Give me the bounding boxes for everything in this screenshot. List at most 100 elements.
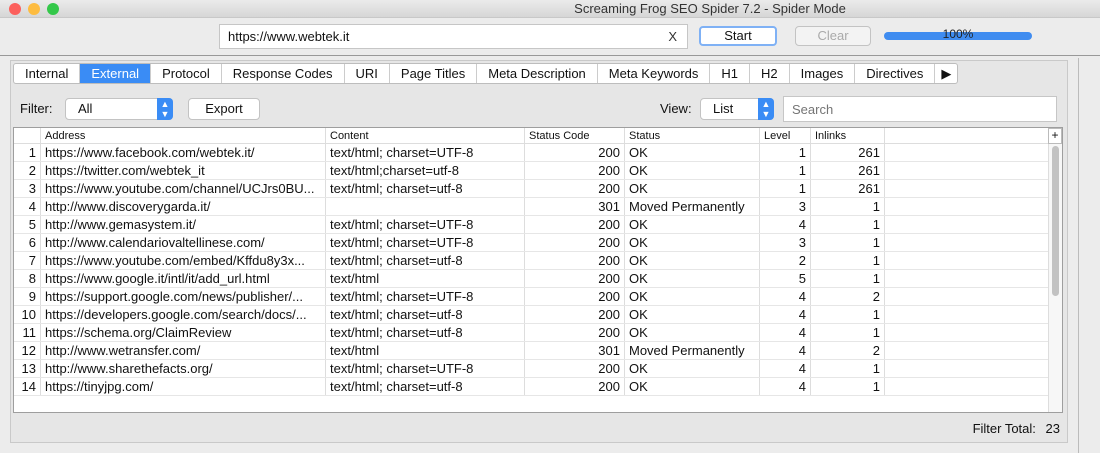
- tab-uri[interactable]: URI: [345, 64, 390, 83]
- cell-inlinks: 2: [811, 288, 885, 305]
- cell-content: text/html; charset=UTF-8: [326, 144, 525, 161]
- view-select[interactable]: List ▲ ▼: [700, 98, 774, 120]
- cell-status-code: 301: [525, 342, 625, 359]
- minimize-window-button[interactable]: [28, 3, 40, 15]
- table-row[interactable]: 11 https://schema.org/ClaimReview text/htm…: [14, 324, 1062, 342]
- cell-content: text/html; charset=UTF-8: [326, 288, 525, 305]
- cell-content: text/html: [326, 270, 525, 287]
- cell-content: [326, 198, 525, 215]
- column-header-inlinks[interactable]: Inlinks: [811, 128, 885, 143]
- column-chooser-plus-icon[interactable]: +: [1048, 128, 1062, 144]
- cell-status-code: 200: [525, 378, 625, 395]
- cell-inlinks: 1: [811, 306, 885, 323]
- cell-status-code: 200: [525, 162, 625, 179]
- tab-h2[interactable]: H2: [750, 64, 790, 83]
- table-row[interactable]: 12 http://www.wetransfer.com/text/html 301…: [14, 342, 1062, 360]
- column-header-level[interactable]: Level: [760, 128, 811, 143]
- column-header-status-code[interactable]: Status Code: [525, 128, 625, 143]
- cell-level: 1: [760, 180, 811, 197]
- cell-status-code: 200: [525, 270, 625, 287]
- cell-inlinks: 261: [811, 144, 885, 161]
- cell-status: OK: [625, 378, 760, 395]
- cell-inlinks: 261: [811, 180, 885, 197]
- progress-label: 100%: [942, 27, 974, 41]
- cell-inlinks: 1: [811, 360, 885, 377]
- cell-content: text/html; charset=utf-8: [326, 180, 525, 197]
- cell-address: https://support.google.com/news/publishe…: [41, 288, 326, 305]
- cell-status-code: 200: [525, 252, 625, 269]
- cell-level: 5: [760, 270, 811, 287]
- search-input[interactable]: [783, 96, 1057, 122]
- tab-response-codes[interactable]: Response Codes: [222, 64, 345, 83]
- cell-content: text/html; charset=UTF-8: [326, 234, 525, 251]
- table-row[interactable]: 3 https://www.youtube.com/channel/UCJrs0B…: [14, 180, 1062, 198]
- table-row[interactable]: 7 https://www.youtube.com/embed/Kffdu8y3x…: [14, 252, 1062, 270]
- close-window-button[interactable]: [9, 3, 21, 15]
- cell-row-number: 2: [14, 162, 41, 179]
- cell-status: OK: [625, 216, 760, 233]
- toolbar: https://www.webtek.it X Start Clear 100%: [0, 18, 1100, 56]
- table-row[interactable]: 5 http://www.gemasystem.it/text/html; cha…: [14, 216, 1062, 234]
- cell-row-number: 10: [14, 306, 41, 323]
- tab-images[interactable]: Images: [790, 64, 856, 83]
- cell-inlinks: 1: [811, 252, 885, 269]
- export-button[interactable]: Export: [188, 98, 260, 120]
- cell-level: 4: [760, 360, 811, 377]
- tab-meta-description[interactable]: Meta Description: [477, 64, 598, 83]
- cell-status-code: 200: [525, 216, 625, 233]
- tab-protocol[interactable]: Protocol: [151, 64, 222, 83]
- table-row[interactable]: 4 http://www.discoverygarda.it/301 Moved P…: [14, 198, 1062, 216]
- cell-inlinks: 1: [811, 324, 885, 341]
- cell-content: text/html; charset=UTF-8: [326, 216, 525, 233]
- cell-address: https://www.google.it/intl/it/add_url.ht…: [41, 270, 326, 287]
- cell-address: https://twitter.com/webtek_it: [41, 162, 326, 179]
- start-button[interactable]: Start: [699, 26, 777, 46]
- cell-status: OK: [625, 180, 760, 197]
- cell-row-number: 5: [14, 216, 41, 233]
- cell-address: http://www.sharethefacts.org/: [41, 360, 326, 377]
- table-row[interactable]: 9 https://support.google.com/news/publish…: [14, 288, 1062, 306]
- cell-level: 1: [760, 144, 811, 161]
- cell-status: OK: [625, 234, 760, 251]
- cell-level: 4: [760, 324, 811, 341]
- cell-content: text/html;charset=utf-8: [326, 162, 525, 179]
- cell-row-number: 4: [14, 198, 41, 215]
- zoom-window-button[interactable]: [47, 3, 59, 15]
- clear-button[interactable]: Clear: [795, 26, 871, 46]
- table-row[interactable]: 10 https://developers.google.com/search/d…: [14, 306, 1062, 324]
- table-row[interactable]: 2 https://twitter.com/webtek_it text/html;…: [14, 162, 1062, 180]
- table-row[interactable]: 1 https://www.facebook.com/webtek.it/text…: [14, 144, 1062, 162]
- tab-meta-keywords[interactable]: Meta Keywords: [598, 64, 711, 83]
- cell-address: https://www.youtube.com/channel/UCJrs0BU…: [41, 180, 326, 197]
- tab-h1[interactable]: H1: [710, 64, 750, 83]
- tab-internal[interactable]: Internal: [14, 64, 81, 83]
- cell-address: http://www.wetransfer.com/: [41, 342, 326, 359]
- cell-address: http://www.discoverygarda.it/: [41, 198, 326, 215]
- cell-address: https://tinyjpg.com/: [41, 378, 326, 395]
- table-row[interactable]: 6 http://www.calendariovaltellinese.com/t…: [14, 234, 1062, 252]
- tab-external[interactable]: External: [80, 64, 152, 83]
- tabs-scroll-right-icon[interactable]: ▶: [935, 64, 957, 83]
- filter-select[interactable]: All ▲ ▼: [65, 98, 173, 120]
- column-header-content[interactable]: Content: [326, 128, 525, 143]
- cell-status: OK: [625, 252, 760, 269]
- cell-address: https://www.youtube.com/embed/Kffdu8y3x.…: [41, 252, 326, 269]
- table-row[interactable]: 8 https://www.google.it/intl/it/add_url.h…: [14, 270, 1062, 288]
- column-header-status[interactable]: Status: [625, 128, 760, 143]
- clear-url-icon[interactable]: X: [668, 25, 677, 48]
- table-row[interactable]: 13 http://www.sharethefacts.org/text/html…: [14, 360, 1062, 378]
- view-value: List: [713, 101, 734, 116]
- cell-status: OK: [625, 306, 760, 323]
- tab-page-titles[interactable]: Page Titles: [390, 64, 478, 83]
- tab-directives[interactable]: Directives: [855, 64, 936, 83]
- side-panel-divider[interactable]: [1078, 58, 1100, 453]
- cell-status: OK: [625, 270, 760, 287]
- scrollbar-thumb[interactable]: [1052, 146, 1059, 296]
- vertical-scrollbar[interactable]: [1048, 144, 1062, 412]
- column-header-address[interactable]: Address: [41, 128, 326, 143]
- url-input[interactable]: https://www.webtek.it X: [219, 24, 688, 49]
- table-row[interactable]: 14 https://tinyjpg.com/text/html; charset…: [14, 378, 1062, 396]
- cell-status: Moved Permanently: [625, 342, 760, 359]
- cell-address: https://schema.org/ClaimReview: [41, 324, 326, 341]
- cell-row-number: 13: [14, 360, 41, 377]
